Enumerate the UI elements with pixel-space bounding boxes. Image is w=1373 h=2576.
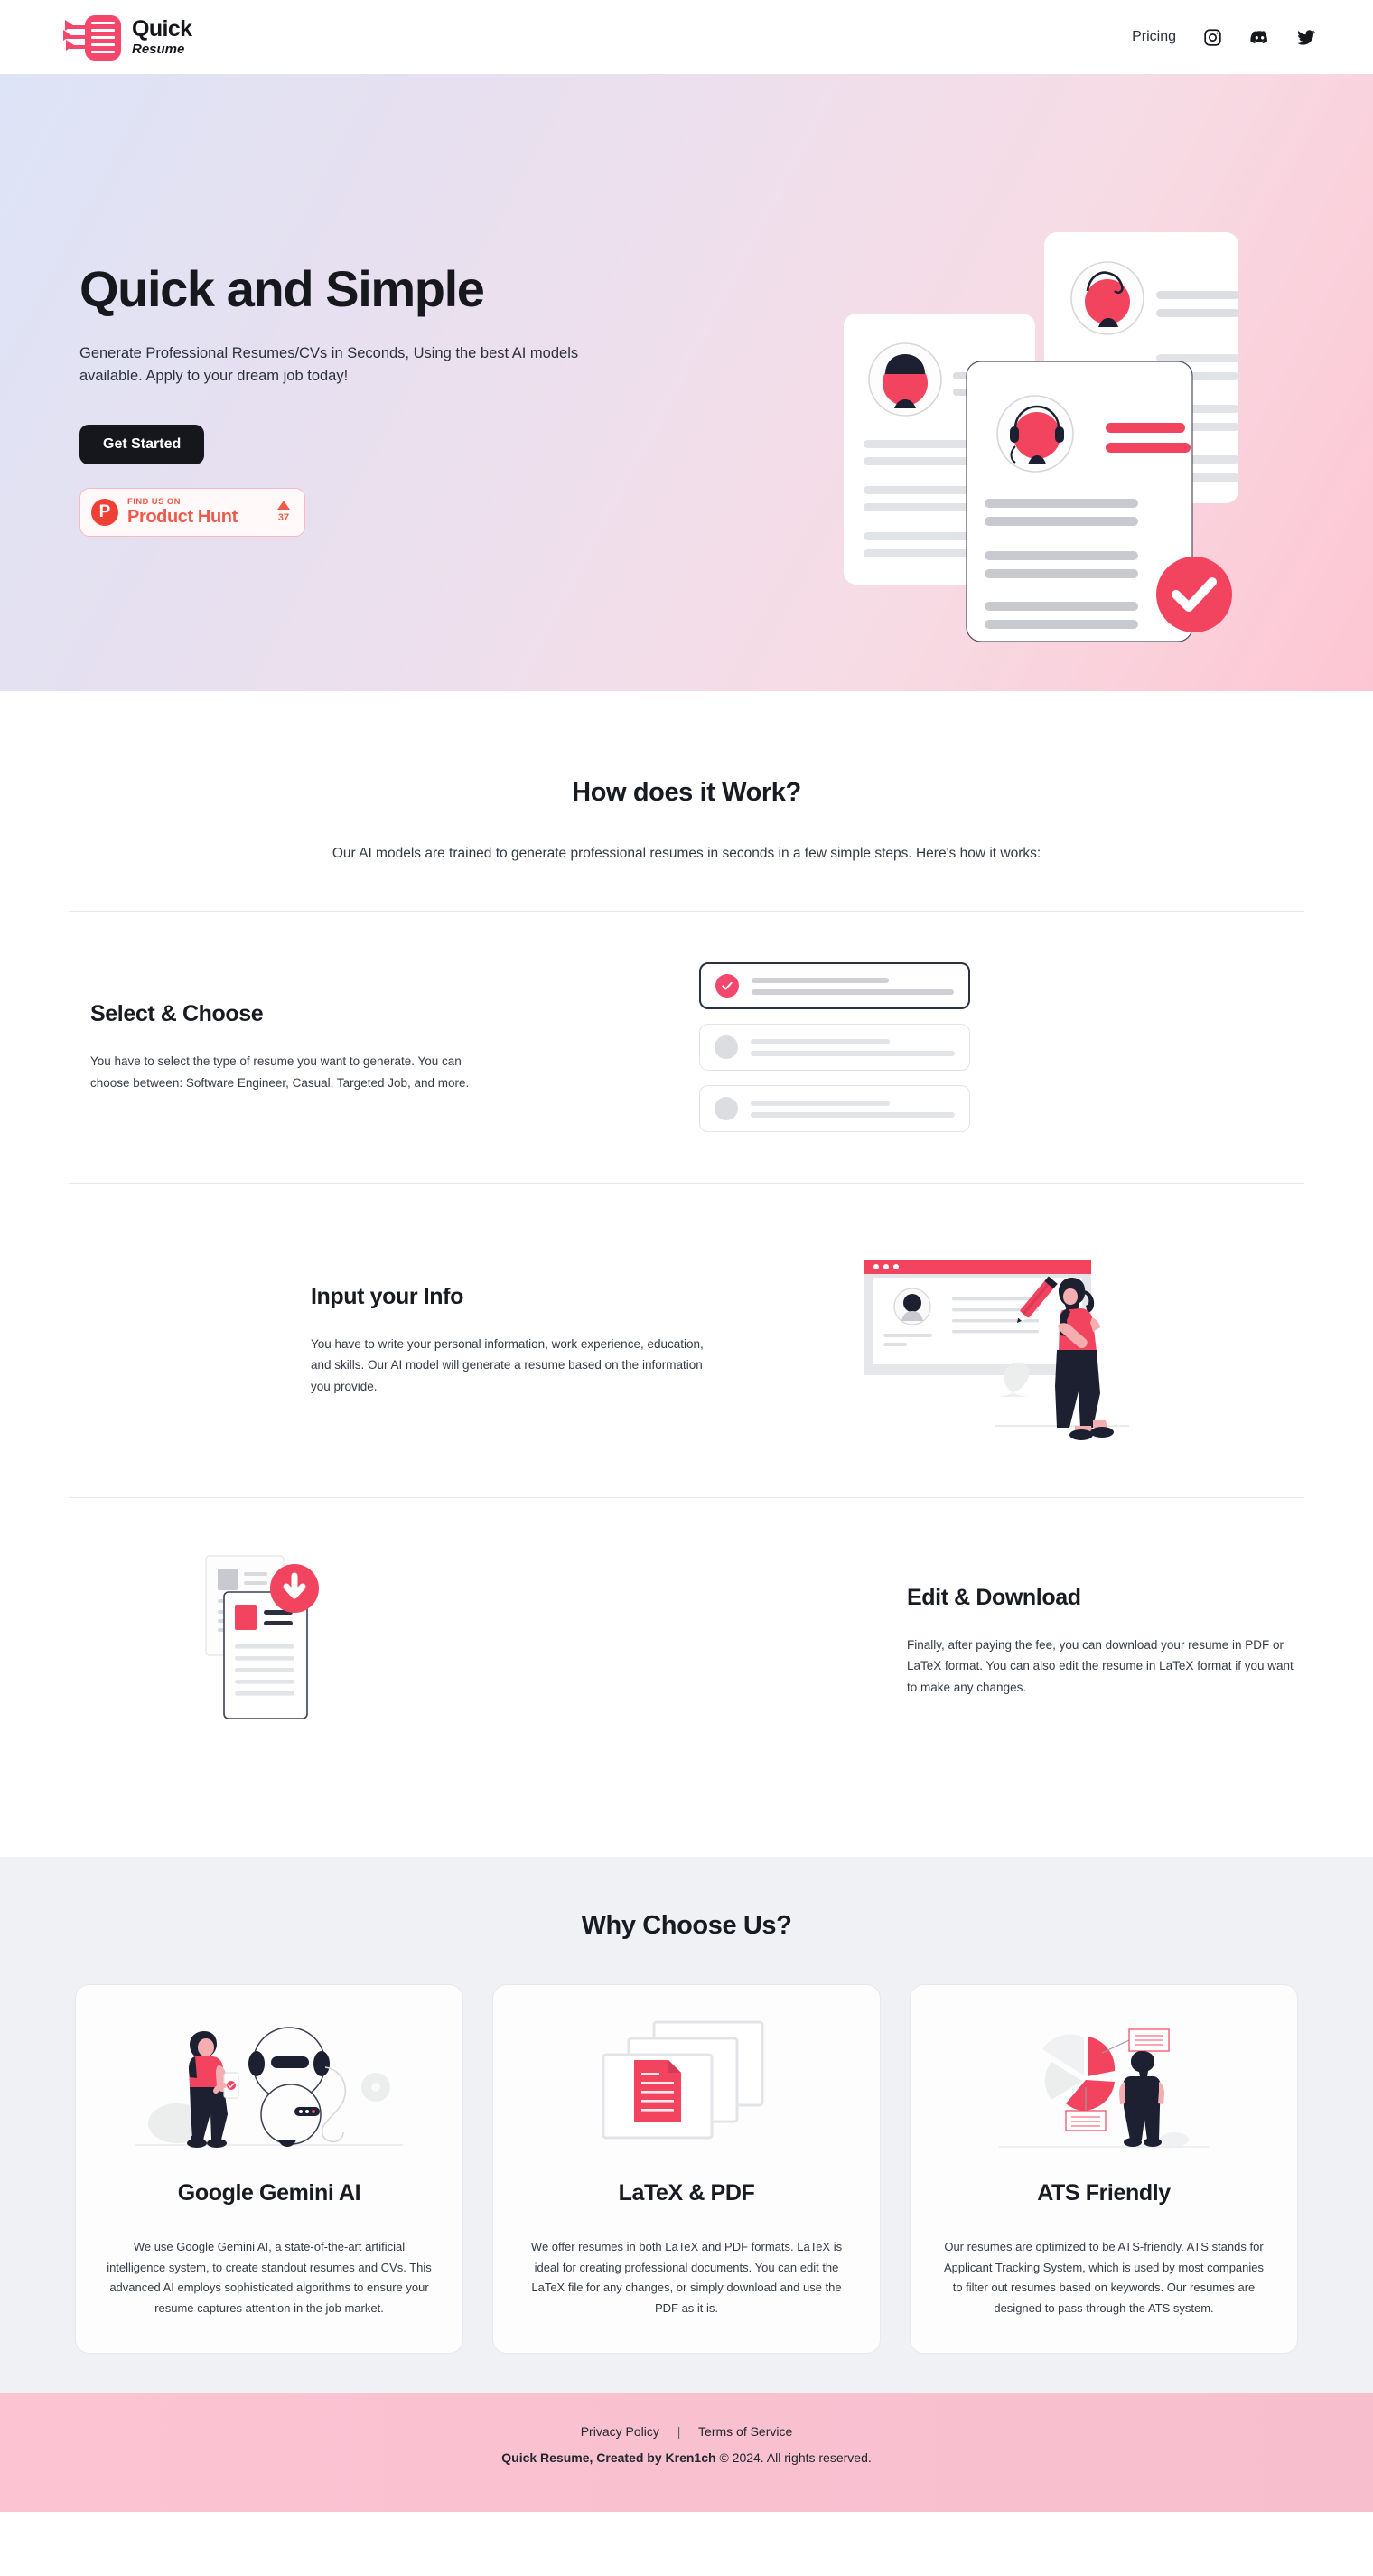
main-nav: Pricing [1132,26,1317,48]
feature-card-latex-pdf: LaTeX & PDF We offer resumes in both LaT… [492,1984,881,2355]
option-placeholder-lines [751,1100,955,1118]
step-heading: Edit & Download [907,1585,1081,1611]
footer-links: Privacy Policy | Terms of Service [0,2424,1373,2439]
step-body: You have to write your personal informat… [311,1337,704,1393]
product-hunt-big-label: Product Hunt [127,507,238,528]
resume-type-option[interactable] [699,1085,970,1132]
card-heading: Google Gemini AI [177,2180,361,2206]
footer-copyright: Quick Resume, Created by Kren1ch © 2024.… [0,2450,1373,2465]
quick-resume-logo-icon [63,14,121,61]
hero-resume-illustration [835,228,1286,643]
upvote-arrow-icon [277,501,290,511]
card-body: We offer resumes in both LaTeX and PDF f… [530,2240,843,2315]
product-hunt-upvotes: 37 [277,501,294,523]
hero-section: Quick and Simple Generate Professional R… [0,74,1373,691]
site-header: Quick Resume Pricing [0,0,1373,74]
footer-link-terms-of-service[interactable]: Terms of Service [698,2424,792,2439]
brand-name-line1: Quick [132,16,192,42]
landing-page: Quick Resume Pricing Quick and Simple Ge… [0,0,1373,2513]
option-placeholder-lines [752,977,954,995]
footer-copyright-rest: © 2024. All rights reserved. [715,2450,872,2466]
feature-card-gemini: Google Gemini AI We use Google Gemini AI… [75,1984,463,2355]
step-heading: Select & Choose [90,1001,264,1027]
step-select-and-choose: Select & Choose You have to select the t… [69,911,1304,1183]
instagram-icon[interactable] [1201,26,1223,48]
latex-pdf-documents-illustration [578,2012,795,2157]
hero-title: Quick and Simple [79,260,485,317]
product-hunt-text: FIND US ON Product Hunt [127,498,268,527]
brand-logo[interactable]: Quick Resume [63,14,192,61]
step-edit-and-download: Edit & Download Finally, after paying th… [69,1497,1304,1784]
site-footer: Privacy Policy | Terms of Service Quick … [0,2393,1373,2513]
empty-circle-icon [715,1097,738,1120]
brand-name-line2: Resume [132,42,185,57]
resume-type-options [699,962,970,1132]
gemini-robot-illustration [134,2012,405,2157]
footer-link-separator: | [677,2424,681,2440]
edit-download-illustration [195,1549,340,1734]
card-heading: LaTeX & PDF [618,2180,755,2206]
why-choose-us-section: Why Choose Us? Google Gemini AI We use G… [0,1857,1373,2394]
step-heading: Input your Info [311,1284,463,1310]
ats-analytics-illustration [995,2012,1212,2157]
how-it-works-subtitle: Our AI models are trained to generate pr… [332,846,1041,861]
upvote-count: 37 [277,512,290,524]
card-body: Our resumes are optimized to be ATS-frie… [943,2240,1265,2315]
feature-card-ats-friendly: ATS Friendly Our resumes are optimized t… [910,1984,1298,2355]
resume-type-option-selected[interactable] [699,962,970,1009]
twitter-icon[interactable] [1295,26,1317,48]
product-hunt-logo-icon: P [91,498,118,526]
why-choose-us-title: Why Choose Us? [581,1911,792,1940]
steps-list: Select & Choose You have to select the t… [69,911,1304,1784]
input-info-illustration [862,1234,1133,1447]
discord-icon[interactable] [1248,26,1270,48]
nav-link-pricing[interactable]: Pricing [1132,29,1176,45]
hero-subtitle: Generate Professional Resumes/CVs in Sec… [79,345,579,385]
footer-link-privacy-policy[interactable]: Privacy Policy [581,2424,659,2439]
select-choose-illustration [699,962,970,1132]
get-started-button[interactable]: Get Started [79,424,205,464]
check-circle-icon [715,974,739,998]
step-body: Finally, after paying the fee, you can d… [907,1638,1294,1694]
how-it-works-title: How does it Work? [572,778,801,807]
product-hunt-badge[interactable]: P FIND US ON Product Hunt 37 [79,487,305,537]
resume-type-option[interactable] [699,1024,970,1071]
card-heading: ATS Friendly [1037,2180,1171,2206]
product-hunt-small-label: FIND US ON [127,496,181,507]
hero-copy: Quick and Simple Generate Professional R… [79,262,658,537]
feature-cards: Google Gemini AI We use Google Gemini AI… [75,1984,1298,2355]
card-body: We use Google Gemini AI, a state-of-the-… [107,2240,432,2315]
step-input-your-info: Input your Info You have to write your p… [69,1183,1304,1497]
empty-circle-icon [715,1035,738,1059]
step-body: You have to select the type of resume yo… [90,1054,470,1090]
how-it-works-section: How does it Work? Our AI models are trai… [0,691,1373,1784]
option-placeholder-lines [751,1038,955,1056]
brand-wordmark: Quick Resume [132,16,192,57]
footer-copyright-brand: Quick Resume, Created by Kren1ch [501,2450,716,2466]
